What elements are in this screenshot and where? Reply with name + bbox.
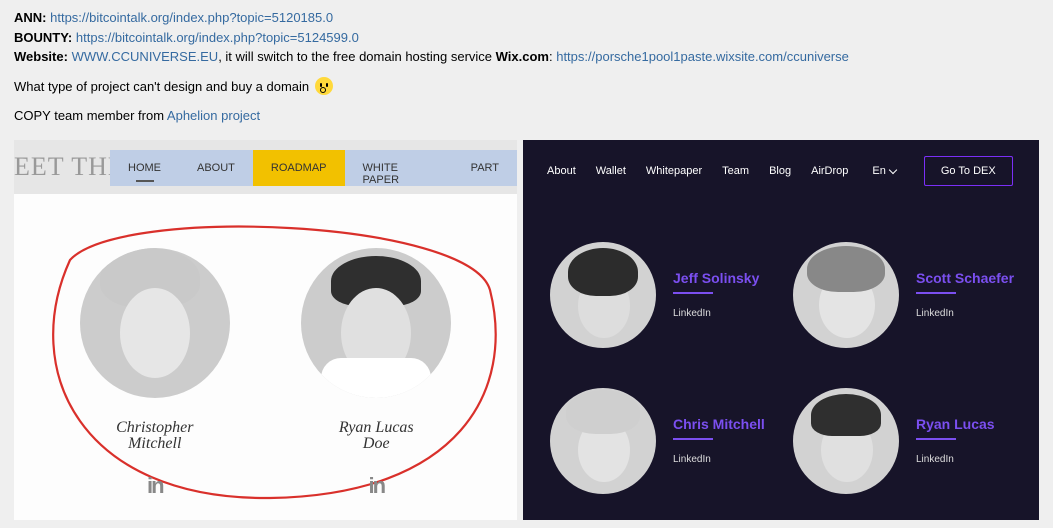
nav-whitepaper[interactable]: WHITE PAPER bbox=[345, 150, 453, 186]
divider bbox=[673, 438, 713, 440]
left-avatar-1 bbox=[80, 248, 230, 398]
divider bbox=[916, 292, 956, 294]
rnav-blog[interactable]: Blog bbox=[769, 165, 791, 177]
right-member-2: Scott Schaefer LinkedIn bbox=[916, 270, 1019, 319]
copy-line: COPY team member from Aphelion project bbox=[14, 106, 1039, 126]
right-avatar-2 bbox=[793, 242, 899, 348]
wix-link[interactable]: https://porsche1pool1paste.wixsite.com/c… bbox=[556, 49, 849, 64]
divider bbox=[673, 292, 713, 294]
confused-emoji-icon bbox=[315, 77, 333, 95]
linkedin-link[interactable]: LinkedIn bbox=[673, 308, 776, 319]
right-member-4: Ryan Lucas LinkedIn bbox=[916, 416, 1019, 465]
ann-label: ANN: bbox=[14, 10, 47, 25]
rnav-lang[interactable]: En bbox=[872, 165, 895, 177]
rnav-whitepaper[interactable]: Whitepaper bbox=[646, 165, 702, 177]
website-label: Website: bbox=[14, 49, 68, 64]
linkedin-link[interactable]: LinkedIn bbox=[673, 454, 776, 465]
right-member-1: Jeff Solinsky LinkedIn bbox=[673, 270, 776, 319]
nav-roadmap-label: ROADMAP bbox=[271, 162, 327, 174]
question-line: What type of project can't design and bu… bbox=[14, 77, 1039, 97]
right-avatar-3 bbox=[550, 388, 656, 494]
nav-whitepaper-label: WHITE PAPER bbox=[363, 162, 399, 186]
bounty-link[interactable]: https://bitcointalk.org/index.php?topic=… bbox=[76, 30, 359, 45]
left-name-2: Ryan Lucas Doe bbox=[276, 420, 476, 454]
right-name-1: Jeff Solinsky bbox=[673, 270, 776, 286]
left-name-2-l1: Ryan Lucas bbox=[339, 419, 414, 436]
nav-partners[interactable]: PART bbox=[453, 150, 517, 186]
bounty-line: BOUNTY: https://bitcointalk.org/index.ph… bbox=[14, 28, 1039, 48]
rnav-wallet[interactable]: Wallet bbox=[596, 165, 626, 177]
website-link[interactable]: WWW.CCUNIVERSE.EU bbox=[72, 49, 219, 64]
left-name-2-l2: Doe bbox=[363, 435, 390, 452]
website-note: , it will switch to the free domain host… bbox=[218, 49, 495, 64]
linkedin-link[interactable]: LinkedIn bbox=[916, 308, 1019, 319]
rnav-lang-label: En bbox=[872, 165, 885, 177]
rnav-team[interactable]: Team bbox=[722, 165, 749, 177]
left-name-1-l2: Mitchell bbox=[128, 435, 181, 452]
question-text: What type of project can't design and bu… bbox=[14, 77, 309, 97]
left-avatar-2 bbox=[301, 248, 451, 398]
nav-home-label: HOME bbox=[128, 162, 161, 174]
nav-partners-label: PART bbox=[471, 162, 499, 174]
ann-link[interactable]: https://bitcointalk.org/index.php?topic=… bbox=[50, 10, 333, 25]
chevron-down-icon bbox=[889, 165, 897, 173]
nav-about[interactable]: ABOUT bbox=[179, 150, 253, 186]
rnav-airdrop[interactable]: AirDrop bbox=[811, 165, 848, 177]
left-heading: EET THE TEAM bbox=[14, 152, 110, 182]
copy-prefix: COPY team member from bbox=[14, 108, 167, 123]
rnav-about[interactable]: About bbox=[547, 165, 576, 177]
wix-label: Wix.com bbox=[496, 49, 549, 64]
left-name-1-l1: Christopher bbox=[116, 419, 193, 436]
left-nav: HOME ABOUT ROADMAP WHITE PAPER PART bbox=[110, 150, 517, 186]
right-member-3: Chris Mitchell LinkedIn bbox=[673, 416, 776, 465]
divider bbox=[916, 438, 956, 440]
bounty-label: BOUNTY: bbox=[14, 30, 72, 45]
right-name-3: Chris Mitchell bbox=[673, 416, 776, 432]
ccuniverse-screenshot: EET THE TEAM HOME ABOUT ROADMAP WHITE PA… bbox=[14, 140, 517, 520]
website-line: Website: WWW.CCUNIVERSE.EU, it will swit… bbox=[14, 47, 1039, 67]
left-member-1: Christopher Mitchell in bbox=[55, 248, 255, 500]
nav-home[interactable]: HOME bbox=[110, 150, 179, 186]
left-member-2: Ryan Lucas Doe in bbox=[276, 248, 476, 500]
nav-roadmap[interactable]: ROADMAP bbox=[253, 150, 345, 186]
linkedin-icon[interactable]: in bbox=[55, 473, 255, 499]
linkedin-link[interactable]: LinkedIn bbox=[916, 454, 1019, 465]
linkedin-icon[interactable]: in bbox=[276, 473, 476, 499]
nav-about-label: ABOUT bbox=[197, 162, 235, 174]
left-name-1: Christopher Mitchell bbox=[55, 420, 255, 454]
go-to-dex-button[interactable]: Go To DEX bbox=[924, 156, 1013, 186]
right-avatar-4 bbox=[793, 388, 899, 494]
aphelion-screenshot: About Wallet Whitepaper Team Blog AirDro… bbox=[523, 140, 1039, 520]
right-name-4: Ryan Lucas bbox=[916, 416, 1019, 432]
right-name-2: Scott Schaefer bbox=[916, 270, 1019, 286]
ann-line: ANN: https://bitcointalk.org/index.php?t… bbox=[14, 8, 1039, 28]
aphelion-link[interactable]: Aphelion project bbox=[167, 108, 260, 123]
right-avatar-1 bbox=[550, 242, 656, 348]
right-nav: About Wallet Whitepaper Team Blog AirDro… bbox=[523, 140, 1039, 202]
